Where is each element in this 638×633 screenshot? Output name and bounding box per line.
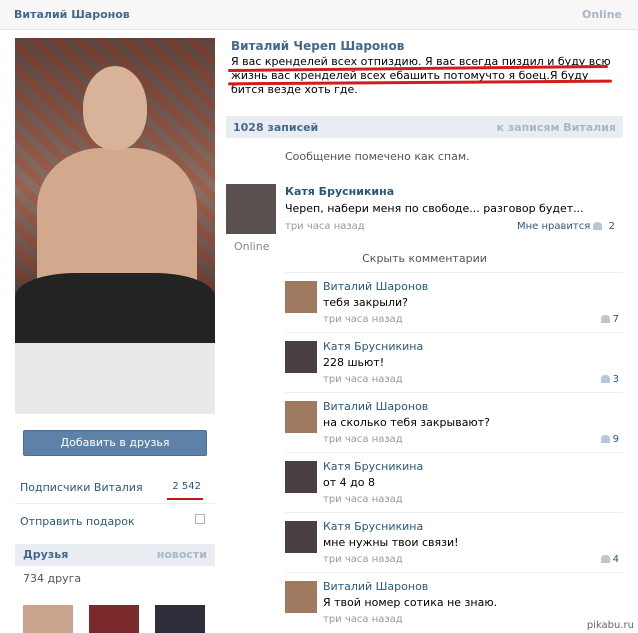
profile-name[interactable]: Виталий Шаронов bbox=[14, 8, 130, 21]
comment-avatar[interactable] bbox=[285, 401, 317, 433]
heart-icon bbox=[600, 315, 610, 323]
friends-header: Друзья новости bbox=[15, 544, 215, 566]
comment: Виталий Шаронов на сколько тебя закрываю… bbox=[285, 392, 623, 452]
send-gift-row[interactable]: Отправить подарок bbox=[15, 503, 215, 536]
comment-avatar[interactable] bbox=[285, 461, 317, 493]
friend-avatar[interactable] bbox=[155, 605, 205, 633]
comment-time[interactable]: три часа назад bbox=[323, 494, 403, 505]
comment-time[interactable]: три часа назад bbox=[323, 554, 403, 565]
comment-avatar[interactable] bbox=[285, 521, 317, 553]
comment-text: на сколько тебя закрывают? bbox=[323, 416, 490, 429]
status-author[interactable]: Виталий Череп Шаронов bbox=[231, 39, 404, 53]
comment-author[interactable]: Катя Брусникина bbox=[323, 520, 423, 533]
add-friend-button[interactable]: Добавить в друзья bbox=[23, 430, 207, 456]
heart-icon bbox=[600, 435, 610, 443]
comment-author[interactable]: Виталий Шаронов bbox=[323, 580, 428, 593]
subscribers-row[interactable]: Подписчики Виталия 2 542 bbox=[15, 470, 215, 503]
comment: Катя Брусникина от 4 до 8 три часа назад bbox=[285, 452, 623, 512]
profile-header: Виталий Шаронов Online bbox=[0, 0, 638, 30]
red-underline bbox=[167, 498, 203, 500]
comment-time[interactable]: три часа назад bbox=[323, 314, 403, 325]
comment-avatar[interactable] bbox=[285, 341, 317, 373]
comment-text: тебя закрыли? bbox=[323, 296, 408, 309]
subscribers-count: 2 542 bbox=[172, 481, 201, 492]
friends-count: 734 друга bbox=[23, 572, 82, 585]
post-like-button[interactable]: Мне нравится 2 bbox=[517, 221, 615, 232]
friend-avatar[interactable] bbox=[89, 605, 139, 633]
comment: Катя Брусникина мне нужны твои связи! тр… bbox=[285, 512, 623, 572]
watermark: pikabu.ru bbox=[586, 620, 634, 631]
profile-photo[interactable] bbox=[15, 38, 215, 414]
spam-notice: Сообщение помечено как спам. bbox=[285, 150, 470, 163]
comment-text: Я твой номер сотика не знаю. bbox=[323, 596, 498, 609]
comment-like-button[interactable]: 7 bbox=[600, 314, 619, 325]
friends-title[interactable]: Друзья bbox=[23, 548, 68, 561]
comment-like-button[interactable]: 9 bbox=[600, 434, 619, 445]
comment-text: от 4 до 8 bbox=[323, 476, 375, 489]
comment-author[interactable]: Виталий Шаронов bbox=[323, 280, 428, 293]
comment-author[interactable]: Виталий Шаронов bbox=[323, 400, 428, 413]
online-status: Online bbox=[581, 8, 622, 21]
post-time[interactable]: три часа назад bbox=[285, 221, 365, 232]
wall-header: 1028 записей к записям Виталия bbox=[226, 116, 623, 138]
comment-time[interactable]: три часа назад bbox=[323, 614, 403, 625]
comment-time[interactable]: три часа назад bbox=[323, 374, 403, 385]
friend-avatar[interactable] bbox=[23, 605, 73, 633]
comment-avatar[interactable] bbox=[285, 581, 317, 613]
heart-icon bbox=[600, 375, 610, 383]
comment-time[interactable]: три часа назад bbox=[323, 434, 403, 445]
friends-news-link[interactable]: новости bbox=[157, 548, 207, 561]
comment: Виталий Шаронов Я твой номер сотика не з… bbox=[285, 572, 623, 632]
gift-icon bbox=[195, 514, 205, 524]
left-column: Добавить в друзья Подписчики Виталия 2 5… bbox=[15, 38, 215, 633]
comment-text: мне нужны твои связи! bbox=[323, 536, 459, 549]
friends-thumbs bbox=[15, 591, 215, 633]
comment: Катя Брусникина 228 шьют! три часа назад… bbox=[285, 332, 623, 392]
wall-count: 1028 записей bbox=[233, 121, 319, 134]
comment-author[interactable]: Катя Брусникина bbox=[323, 340, 423, 353]
comment-text: 228 шьют! bbox=[323, 356, 385, 369]
comment: Виталий Шаронов тебя закрыли? три часа н… bbox=[285, 272, 623, 332]
comment-like-button[interactable]: 3 bbox=[600, 374, 619, 385]
comment-avatar[interactable] bbox=[285, 281, 317, 313]
comment-like-button[interactable]: 4 bbox=[600, 554, 619, 565]
post-author[interactable]: Катя Брусникина bbox=[285, 185, 394, 198]
status-text: Я вас кренделей всех отпиздию. Я вас все… bbox=[231, 55, 611, 96]
subscribers-label: Подписчики Виталия bbox=[20, 481, 143, 494]
wall-link[interactable]: к записям Виталия bbox=[496, 121, 616, 134]
send-gift-label: Отправить подарок bbox=[20, 515, 135, 528]
heart-icon bbox=[600, 555, 610, 563]
heart-icon bbox=[593, 222, 603, 230]
comment-author[interactable]: Катя Брусникина bbox=[323, 460, 423, 473]
post-avatar[interactable] bbox=[226, 184, 276, 234]
hide-comments-link[interactable]: Скрыть комментарии bbox=[226, 252, 623, 265]
post-text: Череп, набери меня по свободе... разгово… bbox=[285, 202, 584, 215]
